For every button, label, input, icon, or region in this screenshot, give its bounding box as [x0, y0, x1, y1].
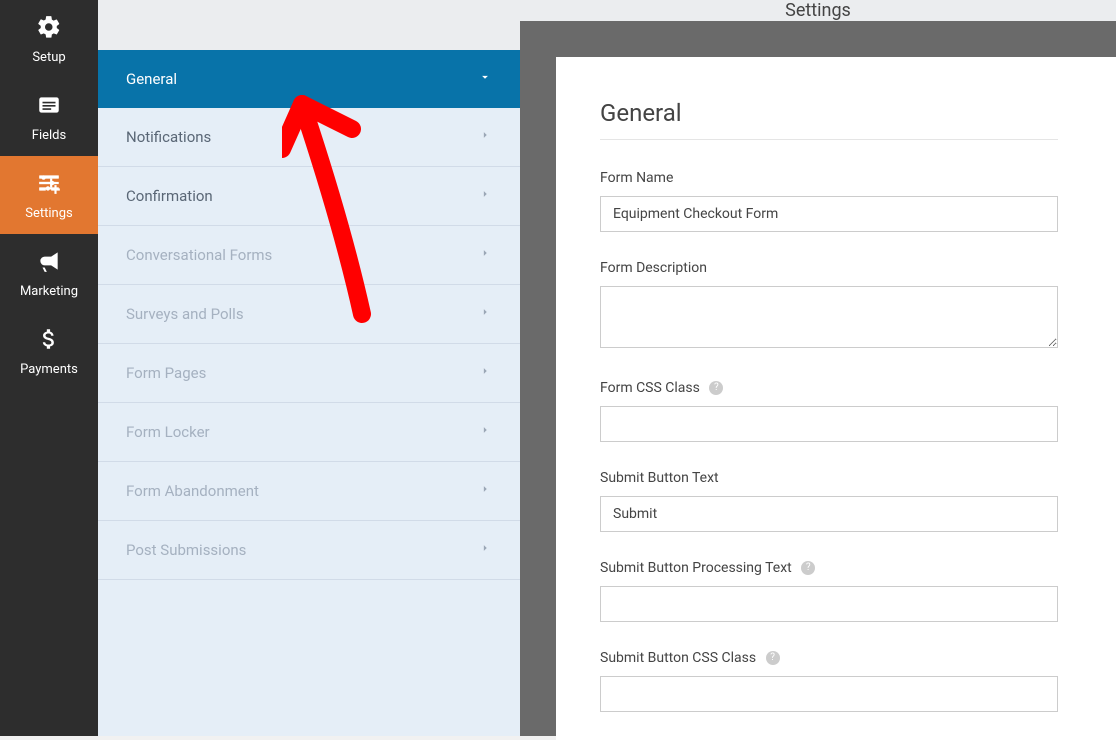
- nav-label: Setup: [32, 50, 65, 65]
- help-icon[interactable]: ?: [766, 651, 780, 665]
- settings-panel-header: [98, 0, 520, 50]
- chevron-down-icon: [478, 70, 492, 88]
- list-icon: [36, 92, 62, 122]
- chevron-right-icon: [478, 364, 492, 382]
- settings-item-confirmation[interactable]: Confirmation: [98, 167, 520, 226]
- form-heading: General: [600, 99, 1058, 140]
- settings-item-label: General: [126, 70, 177, 88]
- form-group-submit-text: Submit Button Text: [600, 470, 1058, 532]
- chevron-right-icon: [478, 128, 492, 146]
- settings-item-label: Conversational Forms: [126, 246, 272, 264]
- settings-item-label: Notifications: [126, 128, 211, 146]
- nav-item-settings[interactable]: Settings: [0, 156, 98, 234]
- submit-processing-input[interactable]: [600, 586, 1058, 622]
- form-group-form-description: Form Description: [600, 260, 1058, 352]
- settings-item-general[interactable]: General: [98, 50, 520, 108]
- submit-css-input[interactable]: [600, 676, 1058, 712]
- dollar-icon: [36, 326, 62, 356]
- chevron-right-icon: [478, 305, 492, 323]
- nav-label: Marketing: [20, 284, 78, 299]
- help-icon[interactable]: ?: [801, 561, 815, 575]
- form-group-form-css-class: Form CSS Class ?: [600, 380, 1058, 442]
- nav-label: Settings: [25, 206, 72, 221]
- form-description-input[interactable]: [600, 286, 1058, 348]
- page-title: Settings: [785, 0, 851, 21]
- nav-item-marketing[interactable]: Marketing: [0, 234, 98, 312]
- main-area: Settings General Form Name Form Descript…: [520, 0, 1116, 736]
- form-group-form-name: Form Name: [600, 170, 1058, 232]
- form-group-submit-processing: Submit Button Processing Text ?: [600, 560, 1058, 622]
- settings-item-post-submissions[interactable]: Post Submissions: [98, 521, 520, 580]
- chevron-right-icon: [478, 482, 492, 500]
- settings-item-conversational-forms[interactable]: Conversational Forms: [98, 226, 520, 285]
- submit-text-label: Submit Button Text: [600, 470, 1058, 486]
- nav-label: Payments: [20, 362, 78, 377]
- settings-item-surveys-polls[interactable]: Surveys and Polls: [98, 285, 520, 344]
- gear-icon: [36, 14, 62, 44]
- form-name-input[interactable]: [600, 196, 1058, 232]
- form-name-label: Form Name: [600, 170, 1058, 186]
- settings-item-label: Form Locker: [126, 423, 210, 441]
- settings-item-notifications[interactable]: Notifications: [98, 108, 520, 167]
- bullhorn-icon: [36, 248, 62, 278]
- nav-item-fields[interactable]: Fields: [0, 78, 98, 156]
- settings-item-label: Post Submissions: [126, 541, 246, 559]
- sliders-icon: [36, 170, 62, 200]
- submit-text-input[interactable]: [600, 496, 1058, 532]
- settings-item-form-abandonment[interactable]: Form Abandonment: [98, 462, 520, 521]
- submit-css-label: Submit Button CSS Class ?: [600, 650, 1058, 666]
- chevron-right-icon: [478, 541, 492, 559]
- nav-item-setup[interactable]: Setup: [0, 0, 98, 78]
- form-group-submit-css: Submit Button CSS Class ?: [600, 650, 1058, 712]
- settings-item-form-locker[interactable]: Form Locker: [98, 403, 520, 462]
- help-icon[interactable]: ?: [709, 381, 723, 395]
- settings-item-label: Confirmation: [126, 187, 213, 205]
- chevron-right-icon: [478, 423, 492, 441]
- submit-processing-label: Submit Button Processing Text ?: [600, 560, 1058, 576]
- chevron-right-icon: [478, 187, 492, 205]
- chevron-right-icon: [478, 246, 492, 264]
- settings-item-label: Form Pages: [126, 364, 206, 382]
- top-bar: Settings: [520, 0, 1116, 21]
- form-css-class-input[interactable]: [600, 406, 1058, 442]
- nav-item-payments[interactable]: Payments: [0, 312, 98, 390]
- form-card: General Form Name Form Description Form …: [556, 57, 1116, 740]
- form-css-class-label: Form CSS Class ?: [600, 380, 1058, 396]
- nav-label: Fields: [32, 128, 66, 143]
- settings-panel: General Notifications Confirmation Conve…: [98, 0, 520, 736]
- nav-sidebar: Setup Fields Settings Marketing Payments: [0, 0, 98, 736]
- form-description-label: Form Description: [600, 260, 1058, 276]
- settings-item-label: Form Abandonment: [126, 482, 259, 500]
- settings-list: General Notifications Confirmation Conve…: [98, 50, 520, 736]
- settings-item-label: Surveys and Polls: [126, 305, 244, 323]
- settings-item-form-pages[interactable]: Form Pages: [98, 344, 520, 403]
- content-wrap: General Form Name Form Description Form …: [520, 21, 1116, 740]
